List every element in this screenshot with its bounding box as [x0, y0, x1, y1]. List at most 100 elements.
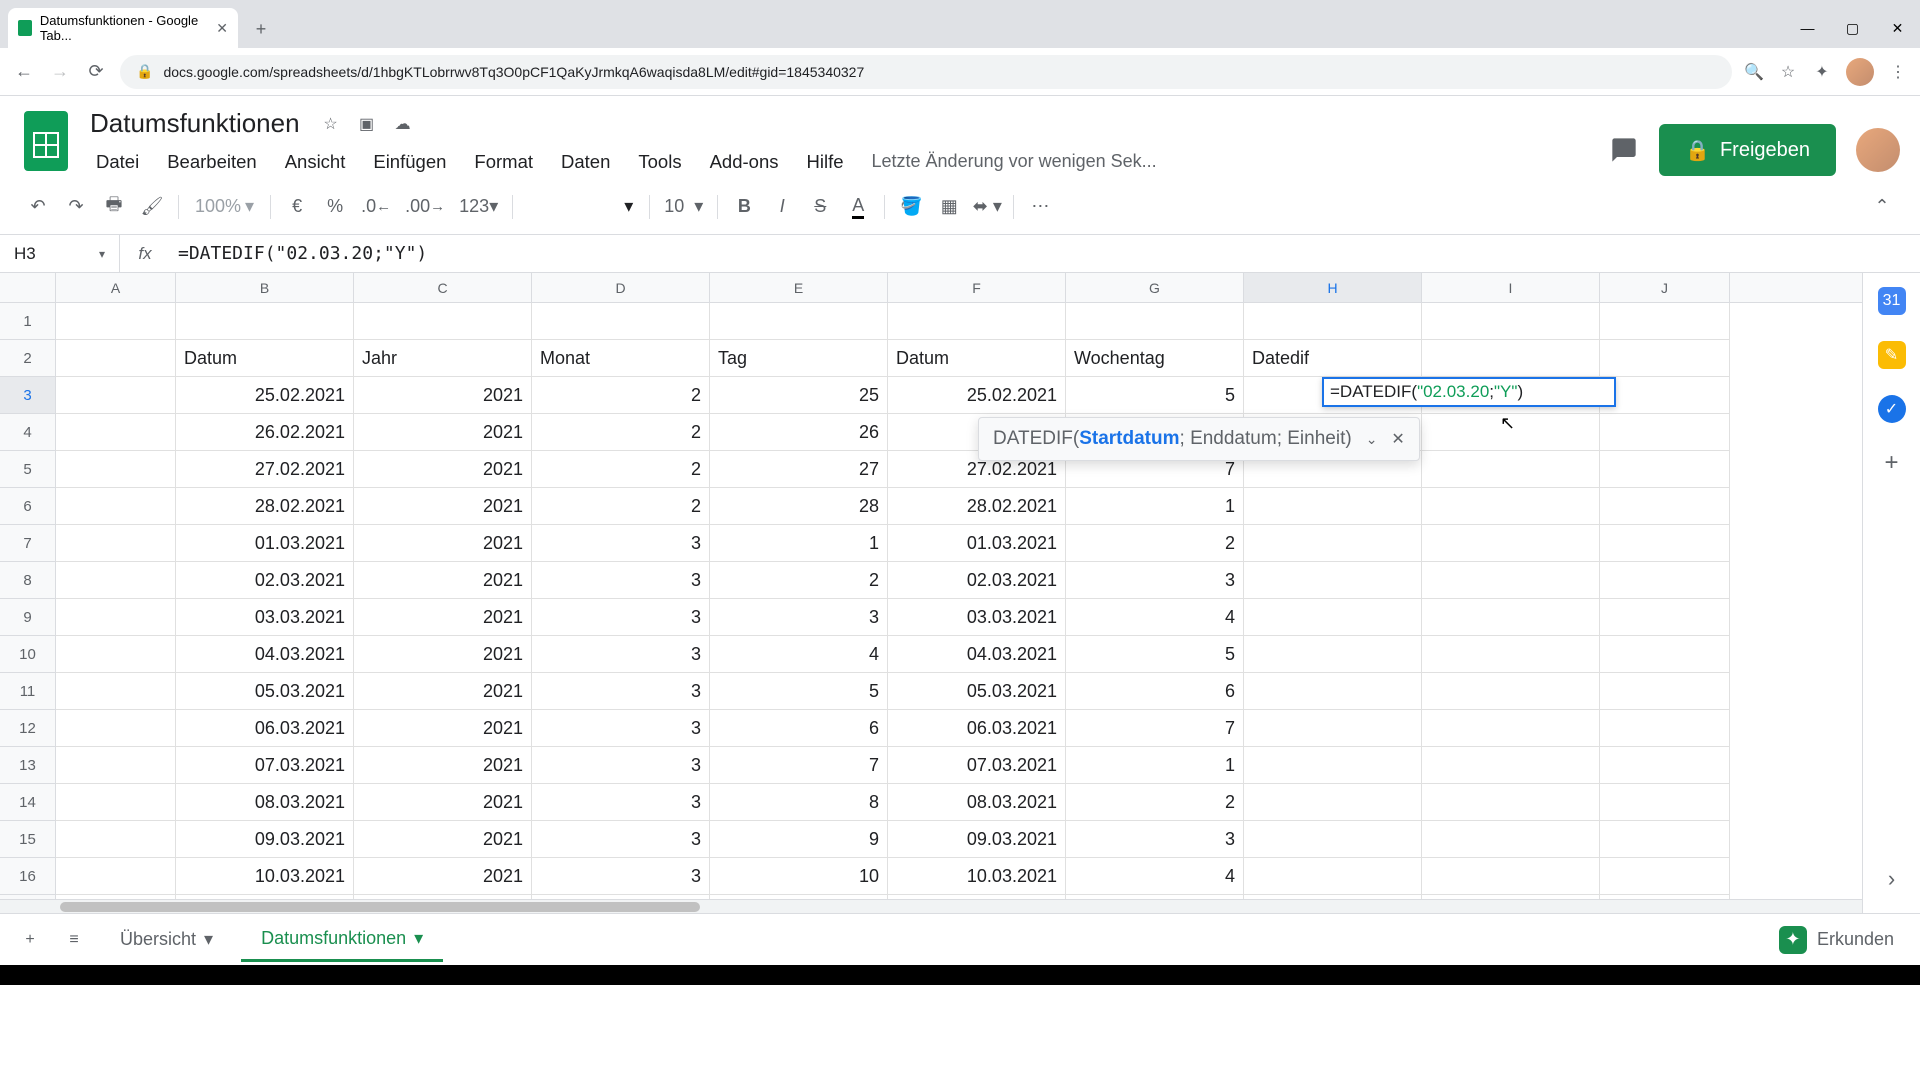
cell[interactable] — [1244, 303, 1422, 340]
decrease-decimal-button[interactable]: .0← — [355, 189, 397, 225]
menu-hilfe[interactable]: Hilfe — [794, 145, 855, 179]
cell[interactable]: 5 — [1066, 377, 1244, 414]
menu-einfuegen[interactable]: Einfügen — [361, 145, 458, 179]
cell[interactable] — [1422, 784, 1600, 821]
extensions-icon[interactable]: ✦ — [1812, 62, 1832, 82]
cell[interactable]: 5 — [710, 673, 888, 710]
col-header-f[interactable]: F — [888, 273, 1066, 302]
cell[interactable]: 28.02.2021 — [176, 488, 354, 525]
cell[interactable]: 2 — [532, 414, 710, 451]
row-header[interactable]: 13 — [0, 747, 56, 784]
cell[interactable] — [56, 710, 176, 747]
cell[interactable] — [1422, 525, 1600, 562]
close-window-icon[interactable]: ✕ — [1875, 8, 1920, 48]
cell[interactable]: 2021 — [354, 599, 532, 636]
cell[interactable] — [1600, 673, 1730, 710]
bold-icon[interactable]: B — [726, 189, 762, 225]
col-header-b[interactable]: B — [176, 273, 354, 302]
cell[interactable] — [1422, 710, 1600, 747]
account-avatar-icon[interactable] — [1856, 128, 1900, 172]
cell[interactable]: 6 — [710, 710, 888, 747]
cell[interactable] — [1600, 784, 1730, 821]
cell[interactable]: 09.03.2021 — [888, 821, 1066, 858]
cell[interactable]: 2021 — [354, 525, 532, 562]
cell[interactable]: 3 — [1066, 821, 1244, 858]
cell-editor[interactable]: =DATEDIF("02.03.20;"Y") — [1322, 377, 1616, 407]
cell[interactable]: 2 — [710, 562, 888, 599]
formula-input[interactable]: =DATEDIF("02.03.20;"Y") — [170, 243, 1920, 264]
cell[interactable] — [1244, 747, 1422, 784]
collapse-toolbar-icon[interactable]: ⌃ — [1864, 189, 1900, 225]
cell[interactable]: 1 — [1066, 747, 1244, 784]
cell[interactable]: 28.02.2021 — [888, 488, 1066, 525]
cell[interactable]: 25.02.2021 — [176, 377, 354, 414]
cell[interactable] — [56, 599, 176, 636]
cell[interactable] — [1244, 599, 1422, 636]
format-123-button[interactable]: 123 ▾ — [453, 189, 504, 225]
expand-hint-icon[interactable]: ⌄ — [1366, 431, 1378, 448]
close-hint-icon[interactable]: ✕ — [1391, 429, 1404, 449]
cell[interactable] — [56, 562, 176, 599]
cell[interactable]: 01.03.2021 — [888, 525, 1066, 562]
cloud-status-icon[interactable]: ☁ — [392, 113, 414, 135]
font-size-select[interactable]: 10 ▾ — [658, 189, 709, 225]
cell[interactable] — [1244, 821, 1422, 858]
col-header-e[interactable]: E — [710, 273, 888, 302]
cell[interactable] — [1600, 858, 1730, 895]
cell[interactable] — [1600, 488, 1730, 525]
profile-avatar-icon[interactable] — [1846, 58, 1874, 86]
keep-addon-icon[interactable]: ✎ — [1878, 341, 1906, 369]
cell[interactable]: 05.03.2021 — [888, 673, 1066, 710]
cell[interactable] — [1244, 710, 1422, 747]
undo-icon[interactable]: ↶ — [20, 189, 56, 225]
menu-datei[interactable]: Datei — [84, 145, 151, 179]
cell[interactable] — [1422, 636, 1600, 673]
cell[interactable]: 3 — [532, 710, 710, 747]
cell[interactable]: 2021 — [354, 451, 532, 488]
cell[interactable]: 8 — [710, 784, 888, 821]
cell[interactable] — [1600, 636, 1730, 673]
col-header-a[interactable]: A — [56, 273, 176, 302]
horizontal-scrollbar[interactable] — [0, 899, 1862, 913]
cell[interactable]: 2021 — [354, 858, 532, 895]
cell[interactable] — [1066, 303, 1244, 340]
currency-button[interactable]: € — [279, 189, 315, 225]
cell[interactable]: 07.03.2021 — [888, 747, 1066, 784]
cell[interactable] — [1422, 414, 1600, 451]
cell[interactable] — [1600, 414, 1730, 451]
cell[interactable]: 3 — [532, 821, 710, 858]
cell[interactable] — [1422, 858, 1600, 895]
zoom-select[interactable]: 100% ▾ — [187, 196, 262, 217]
cell[interactable] — [1600, 340, 1730, 377]
row-header[interactable]: 10 — [0, 636, 56, 673]
more-toolbar-icon[interactable]: ⋯ — [1022, 189, 1058, 225]
cell[interactable]: 3 — [532, 747, 710, 784]
cell[interactable]: 27.02.2021 — [176, 451, 354, 488]
cell[interactable]: 3 — [532, 673, 710, 710]
spreadsheet-grid[interactable]: A B C D E F G H I J 12DatumJahrMonatTagD… — [0, 273, 1862, 913]
col-header-d[interactable]: D — [532, 273, 710, 302]
italic-icon[interactable]: I — [764, 189, 800, 225]
cell[interactable]: 2 — [532, 377, 710, 414]
row-header[interactable]: 5 — [0, 451, 56, 488]
cell[interactable]: Datum — [176, 340, 354, 377]
text-color-icon[interactable]: A — [840, 189, 876, 225]
cell[interactable] — [1600, 525, 1730, 562]
cell[interactable] — [1422, 340, 1600, 377]
cell[interactable]: 2021 — [354, 414, 532, 451]
cell[interactable] — [1600, 599, 1730, 636]
cell[interactable] — [56, 821, 176, 858]
cell[interactable] — [1244, 562, 1422, 599]
cell[interactable]: 2021 — [354, 488, 532, 525]
bookmark-star-icon[interactable]: ☆ — [1778, 62, 1798, 82]
last-edit-text[interactable]: Letzte Änderung vor wenigen Sek... — [860, 145, 1169, 179]
url-field[interactable]: 🔒 docs.google.com/spreadsheets/d/1hbgKTL… — [120, 55, 1732, 89]
menu-format[interactable]: Format — [462, 145, 545, 179]
cell[interactable]: 04.03.2021 — [176, 636, 354, 673]
cell[interactable] — [176, 303, 354, 340]
borders-icon[interactable]: ▦ — [931, 189, 967, 225]
cell[interactable] — [56, 784, 176, 821]
cell[interactable] — [1244, 673, 1422, 710]
explore-button[interactable]: ✦ Erkunden — [1765, 918, 1908, 962]
expand-side-panel-icon[interactable]: › — [1878, 865, 1906, 893]
